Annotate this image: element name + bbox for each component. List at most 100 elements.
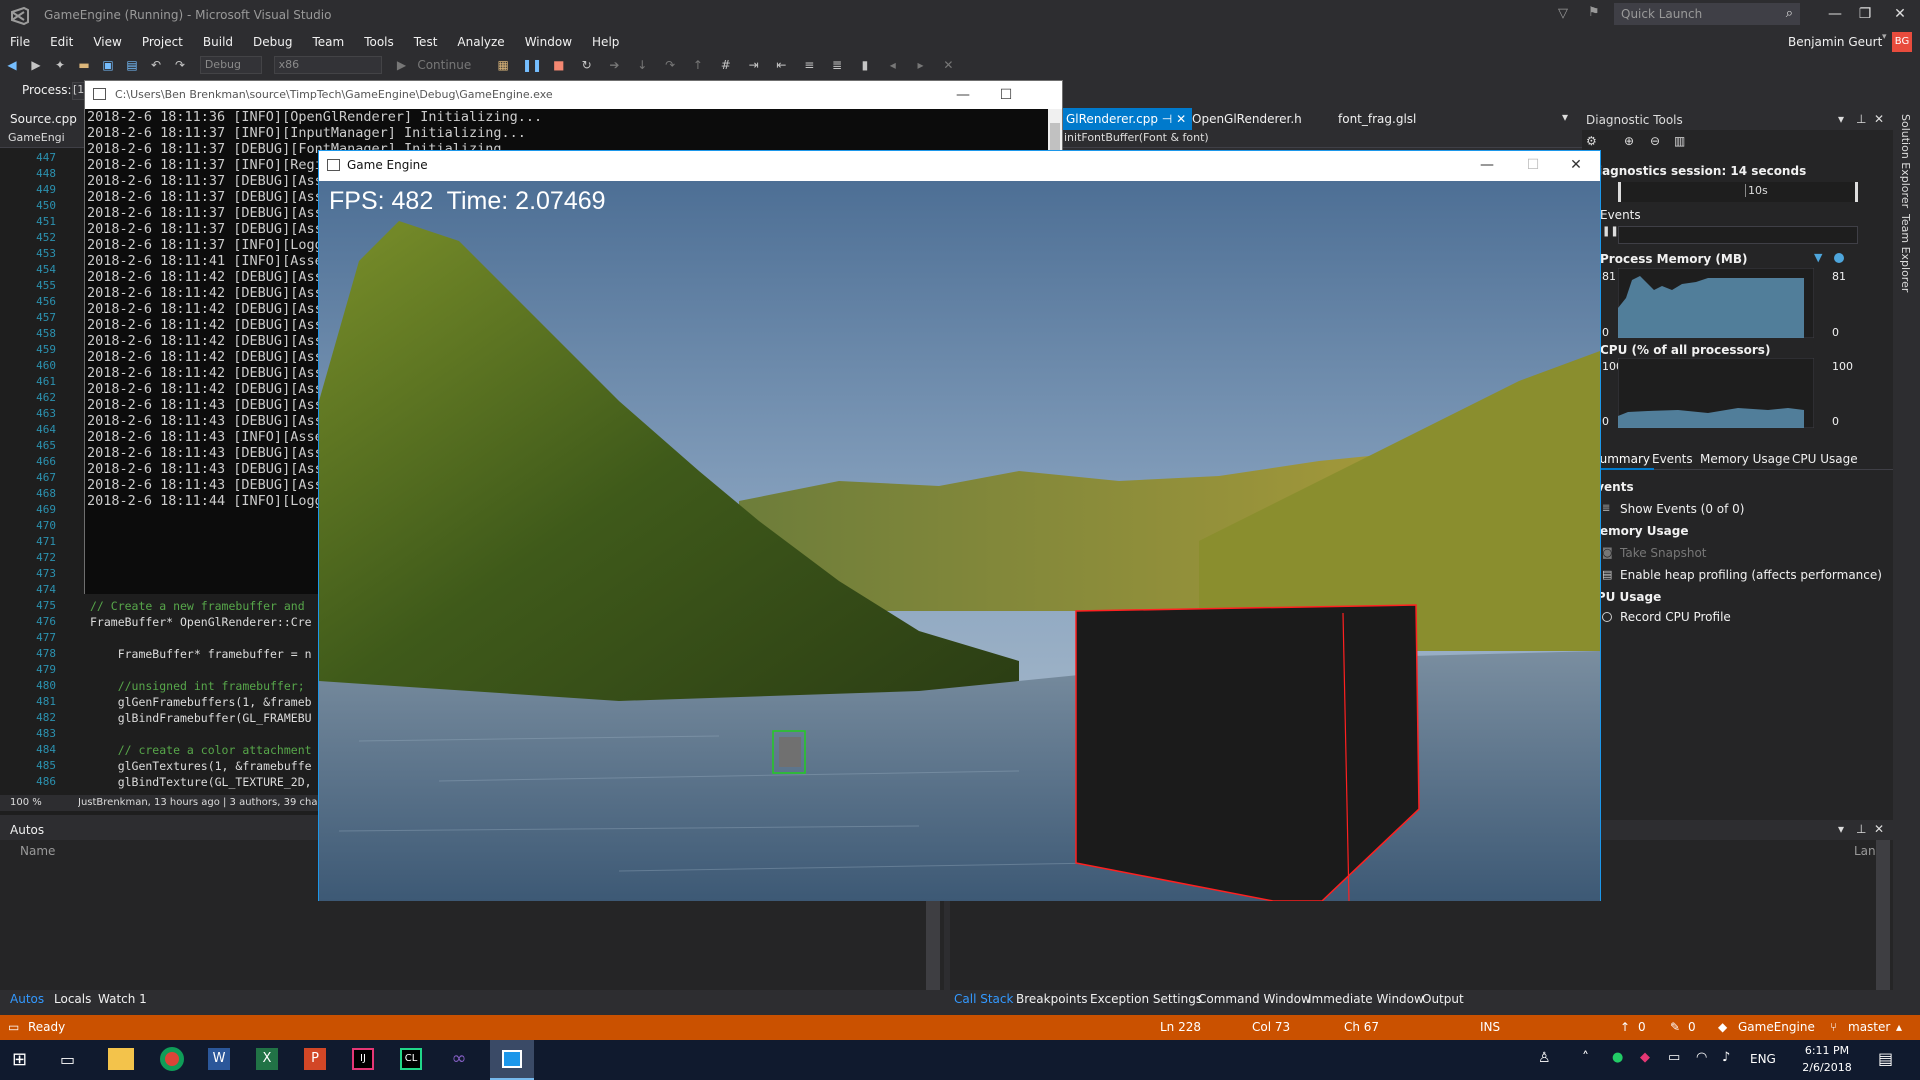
tab-events[interactable]: Events [1652,452,1693,466]
platform-select[interactable]: x86 [273,56,382,74]
status-branch[interactable]: master [1848,1015,1890,1040]
tab-output[interactable]: Output [1422,992,1464,1006]
pause-events-icon[interactable]: ❚❚ [1602,226,1619,237]
tab-breakpoints[interactable]: Breakpoints [1016,992,1087,1006]
tab-opengl-renderer-h[interactable]: OpenGlRenderer.h [1192,112,1302,126]
tab-cpu-usage[interactable]: CPU Usage [1792,452,1858,466]
user-avatar[interactable]: BG [1892,32,1912,52]
open-file-icon[interactable]: ▬ [75,56,93,74]
menu-analyze[interactable]: Analyze [447,32,514,52]
wifi-icon[interactable]: ◠ [1696,1050,1707,1065]
menu-test[interactable]: Test [404,32,448,52]
callstack-close-icon[interactable]: ✕ [1874,822,1884,836]
tab-source-cpp[interactable]: Source.cpp [10,112,77,126]
tab-locals[interactable]: Locals [54,992,91,1006]
member-combo[interactable]: initFontBuffer(Font & font) [1064,131,1209,144]
code-line[interactable]: FrameBuffer* framebuffer = n [90,646,330,662]
process-explorer-icon[interactable]: ▦ [494,56,512,74]
unpublished-count[interactable]: 0 [1638,1015,1646,1040]
people-icon[interactable]: ♙ [1538,1050,1551,1066]
next-bookmark-icon[interactable]: ▸ [912,56,930,74]
project-combo[interactable]: GameEngi [8,131,88,147]
settings-gear-icon[interactable]: ⚙ [1586,134,1597,148]
chrome-icon[interactable] [160,1047,184,1071]
game-viewport[interactable]: FPS: 482 Time: 2.07469 [319,181,1600,901]
pending-changes-count[interactable]: 0 [1688,1015,1696,1040]
prev-bookmark-icon[interactable]: ◂ [884,56,902,74]
tab-close-icon[interactable]: ✕ [1176,112,1186,126]
undo-icon[interactable]: ↶ [147,56,165,74]
callstack-pin-icon[interactable]: ⊥ [1856,822,1866,836]
redo-icon[interactable]: ↷ [171,56,189,74]
save-icon[interactable]: ▣ [99,56,117,74]
console-maximize-button[interactable]: ☐ [983,81,1029,109]
code-line[interactable] [90,726,330,742]
code-line[interactable]: glBindTexture(GL_TEXTURE_2D, [90,774,330,790]
menu-build[interactable]: Build [193,32,243,52]
tab-glrenderer-cpp[interactable]: GlRenderer.cpp ⊣ ✕ [1060,108,1193,130]
save-all-icon[interactable]: ▤ [123,56,141,74]
solution-explorer-tab[interactable]: Solution Explorer [1899,114,1912,208]
menu-tools[interactable]: Tools [354,32,404,52]
code-line[interactable]: //unsigned int framebuffer; [90,678,330,694]
hex-display-icon[interactable]: # [717,56,735,74]
excel-icon[interactable]: X [256,1048,278,1070]
tray-app2-icon[interactable]: ◆ [1640,1050,1650,1065]
cpu-chart[interactable] [1618,358,1814,428]
diag-close-icon[interactable]: ✕ [1874,112,1884,126]
show-next-statement-icon[interactable]: ➔ [605,56,623,74]
menu-window[interactable]: Window [515,32,582,52]
step-out-icon[interactable]: ↑ [689,56,707,74]
stop-debugging-icon[interactable]: ■ [550,56,568,74]
clear-bookmarks-icon[interactable]: ✕ [939,56,957,74]
quick-launch-input[interactable]: Quick Launch ⌕ [1614,3,1800,25]
menu-file[interactable]: File [0,32,40,52]
tab-autos[interactable]: Autos [10,992,44,1006]
uncomment-icon[interactable]: ≣ [828,56,846,74]
close-button[interactable]: ✕ [1880,0,1920,28]
record-cpu-profile-link[interactable]: Record CPU Profile [1620,610,1731,624]
menu-debug[interactable]: Debug [243,32,302,52]
publish-arrow-icon[interactable]: ↑ [1620,1015,1630,1040]
enable-heap-profiling-link[interactable]: Enable heap profiling (affects performan… [1620,568,1882,582]
powerpoint-icon[interactable]: P [304,1048,326,1070]
visual-studio-icon[interactable]: ∞ [448,1048,470,1070]
back-icon[interactable]: ◀ [3,56,21,74]
start-icon[interactable]: ⊞ [12,1049,27,1070]
diag-timeline[interactable]: 10s [1618,182,1858,202]
continue-icon[interactable]: ▶ [392,56,410,74]
menu-team[interactable]: Team [302,32,354,52]
code-line[interactable]: glBindFramebuffer(GL_FRAMEBU [90,710,330,726]
code-line[interactable]: // Create a new framebuffer and [90,598,330,614]
step-into-icon[interactable]: ↓ [633,56,651,74]
console-scroll-thumb[interactable] [1050,123,1060,153]
clock-time[interactable]: 6:11 PM [1802,1044,1852,1057]
menu-help[interactable]: Help [582,32,629,52]
continue-button[interactable]: Continue [417,52,487,78]
clock-date[interactable]: 2/6/2018 [1800,1061,1854,1074]
code-line[interactable] [90,630,330,646]
indent-icon[interactable]: ⇥ [745,56,763,74]
outdent-icon[interactable]: ⇤ [772,56,790,74]
new-project-icon[interactable]: ✦ [51,56,69,74]
diag-events-track[interactable] [1618,226,1858,244]
menu-view[interactable]: View [83,32,131,52]
notifications-icon[interactable]: ⚑ [1588,5,1600,20]
word-icon[interactable]: W [208,1048,230,1070]
user-name[interactable]: Benjamin Geurt [1788,35,1882,49]
forward-icon[interactable]: ▶ [27,56,45,74]
comment-icon[interactable]: ≡ [800,56,818,74]
game-engine-taskbar-item[interactable] [490,1040,534,1080]
diag-pin-icon[interactable]: ⊥ [1856,112,1866,126]
branch-icon[interactable]: ⑂ [1830,1015,1837,1040]
autos-column-name[interactable]: Name [20,844,55,858]
file-explorer-icon[interactable] [108,1048,134,1070]
game-close-button[interactable]: ✕ [1556,151,1596,179]
tab-overflow-icon[interactable]: ▾ [1562,110,1568,124]
intellij-icon[interactable]: IJ [352,1048,374,1070]
branch-menu-icon[interactable]: ▴ [1896,1015,1902,1040]
tab-memory-usage[interactable]: Memory Usage [1700,452,1790,466]
tab-font-frag-glsl[interactable]: font_frag.glsl [1338,112,1416,126]
config-select[interactable]: Debug [199,56,262,74]
zoom-in-icon[interactable]: ⊕ [1624,134,1634,148]
